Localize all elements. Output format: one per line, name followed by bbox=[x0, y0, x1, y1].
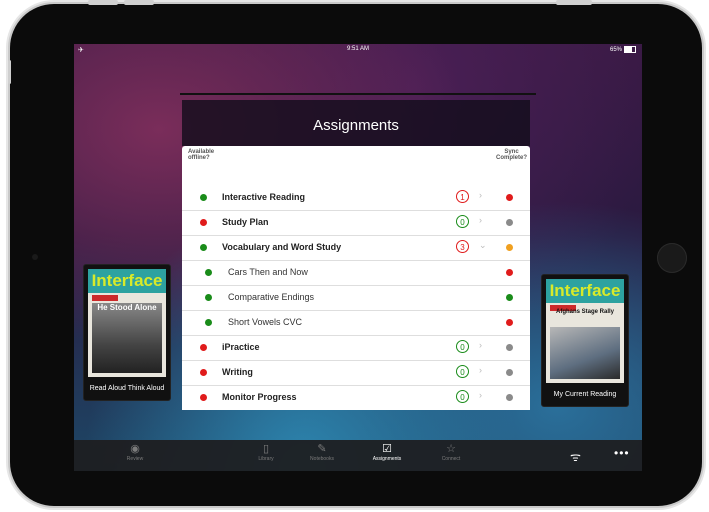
book-cover: Interface Afghans Stage Rally bbox=[546, 279, 624, 383]
count-badge: 1 bbox=[456, 190, 469, 203]
list-item[interactable]: iPractice 0 › bbox=[182, 335, 530, 361]
tab-connect[interactable]: ☆ Connect bbox=[428, 442, 474, 462]
chevron-right-icon[interactable]: › bbox=[479, 190, 482, 200]
book-masthead: Interface bbox=[546, 279, 624, 303]
list-item[interactable]: Writing 0 › bbox=[182, 360, 530, 386]
list-item-label: Cars Then and Now bbox=[228, 267, 308, 277]
sync-status-dot bbox=[506, 319, 513, 326]
offline-status-dot bbox=[205, 294, 212, 301]
sync-status-dot bbox=[506, 294, 513, 301]
list-item[interactable]: Short Vowels CVC bbox=[182, 310, 530, 336]
tab-bar: ◉ Review ▯ Library ✎ Notebooks ☑ Assignments ☆ Co… bbox=[74, 440, 642, 471]
list-item[interactable]: Monitor Progress 0 › bbox=[182, 385, 530, 410]
sync-status-dot bbox=[506, 194, 513, 201]
chevron-right-icon[interactable]: › bbox=[479, 215, 482, 225]
count-badge: 0 bbox=[456, 215, 469, 228]
list-item-label: Short Vowels CVC bbox=[228, 317, 303, 327]
volume-button bbox=[88, 0, 118, 5]
chevron-down-icon[interactable]: ⌄ bbox=[479, 240, 487, 251]
list-item-label: Vocabulary and Word Study bbox=[222, 242, 342, 252]
more-icon[interactable]: ••• bbox=[614, 446, 630, 460]
battery-icon bbox=[624, 46, 636, 53]
volume-button-2 bbox=[124, 0, 154, 5]
column-header-sync: Sync Complete? bbox=[496, 149, 527, 161]
count-badge: 0 bbox=[456, 340, 469, 353]
status-bar: ✈ 9:51 AM 65% bbox=[74, 44, 642, 56]
column-header-line: offline? bbox=[188, 155, 210, 161]
assignments-list: Available offline? Sync Complete? Intera… bbox=[182, 146, 530, 410]
front-camera bbox=[32, 254, 38, 260]
battery-status: 65% bbox=[610, 46, 636, 53]
cover-photo bbox=[550, 327, 620, 379]
assignments-header: Assignments bbox=[182, 100, 530, 146]
list-item[interactable]: Vocabulary and Word Study 3 ⌄ bbox=[182, 235, 530, 261]
count-badge: 0 bbox=[456, 390, 469, 403]
battery-percent: 65% bbox=[609, 46, 622, 53]
checkbox-icon: ☑ bbox=[382, 443, 392, 455]
tab-label: Library bbox=[258, 456, 274, 462]
tab-review[interactable]: ◉ Review bbox=[112, 442, 158, 462]
home-button[interactable] bbox=[657, 243, 687, 273]
list-item-label: Writing bbox=[222, 367, 253, 377]
tab-library[interactable]: ▯ Library bbox=[243, 442, 289, 462]
list-item-label: Comparative Endings bbox=[228, 292, 315, 302]
chevron-right-icon[interactable]: › bbox=[479, 390, 482, 400]
tab-label: Assignments bbox=[372, 456, 402, 462]
list-item-label: iPractice bbox=[222, 342, 260, 352]
column-header-available: Available offline? bbox=[188, 149, 214, 161]
offline-status-dot bbox=[200, 219, 207, 226]
column-header-line: Complete? bbox=[495, 155, 527, 161]
list-item[interactable]: Interactive Reading 1 › bbox=[182, 185, 530, 211]
tab-label: Notebooks bbox=[310, 456, 334, 462]
book-caption: My Current Reading bbox=[553, 391, 617, 398]
tab-notebooks[interactable]: ✎ Notebooks bbox=[299, 442, 345, 462]
chevron-right-icon[interactable]: › bbox=[479, 365, 482, 375]
offline-status-dot bbox=[200, 369, 207, 376]
status-time: 9:51 AM bbox=[346, 46, 369, 52]
offline-status-dot bbox=[200, 394, 207, 401]
cover-tag bbox=[92, 295, 118, 301]
offline-status-dot bbox=[205, 319, 212, 326]
tab-label: Connect bbox=[441, 456, 461, 462]
offline-status-dot bbox=[205, 269, 212, 276]
list-item-label: Study Plan bbox=[222, 217, 269, 227]
count-badge: 0 bbox=[456, 365, 469, 378]
sync-status-dot bbox=[506, 219, 513, 226]
offline-status-dot bbox=[200, 344, 207, 351]
tab-label: Review bbox=[126, 456, 144, 462]
offline-status-dot bbox=[200, 244, 207, 251]
cover-headline: He Stood Alone bbox=[97, 303, 157, 312]
book-caption: Read Aloud Think Aloud bbox=[89, 385, 165, 392]
count-badge: 3 bbox=[456, 240, 469, 253]
cover-photo bbox=[92, 303, 162, 373]
chevron-right-icon[interactable]: › bbox=[479, 340, 482, 350]
list-item-label: Monitor Progress bbox=[222, 392, 297, 402]
sync-status-dot bbox=[506, 269, 513, 276]
book-masthead: Interface bbox=[88, 269, 166, 293]
book-cover: Interface He Stood Alone bbox=[88, 269, 166, 377]
sync-status-dot bbox=[506, 369, 513, 376]
book-icon: ▯ bbox=[262, 443, 270, 455]
screen: ✈ 9:51 AM 65% Assignments Available offl… bbox=[74, 44, 642, 471]
eye-icon: ◉ bbox=[130, 443, 140, 455]
sync-status-dot bbox=[506, 244, 513, 251]
offline-status-dot bbox=[200, 194, 207, 201]
book-read-aloud[interactable]: Interface He Stood Alone Read Aloud Thin… bbox=[83, 264, 171, 401]
wifi-icon[interactable]: ᯤ bbox=[570, 448, 581, 465]
list-item[interactable]: Study Plan 0 › bbox=[182, 210, 530, 236]
sync-status-dot bbox=[506, 344, 513, 351]
power-button bbox=[556, 0, 592, 5]
sync-status-dot bbox=[506, 394, 513, 401]
pencil-icon: ✎ bbox=[317, 443, 327, 455]
tab-assignments[interactable]: ☑ Assignments bbox=[364, 442, 410, 462]
star-icon: ☆ bbox=[446, 443, 456, 455]
list-item-label: Interactive Reading bbox=[222, 192, 306, 202]
header-divider bbox=[180, 93, 536, 95]
list-item[interactable]: Cars Then and Now bbox=[182, 260, 530, 286]
book-current-reading[interactable]: Interface Afghans Stage Rally My Current… bbox=[541, 274, 629, 407]
mute-switch bbox=[8, 60, 11, 84]
list-item[interactable]: Comparative Endings bbox=[182, 285, 530, 311]
page-title: Assignments bbox=[313, 117, 399, 134]
cover-headline: Afghans Stage Rally bbox=[555, 309, 614, 315]
